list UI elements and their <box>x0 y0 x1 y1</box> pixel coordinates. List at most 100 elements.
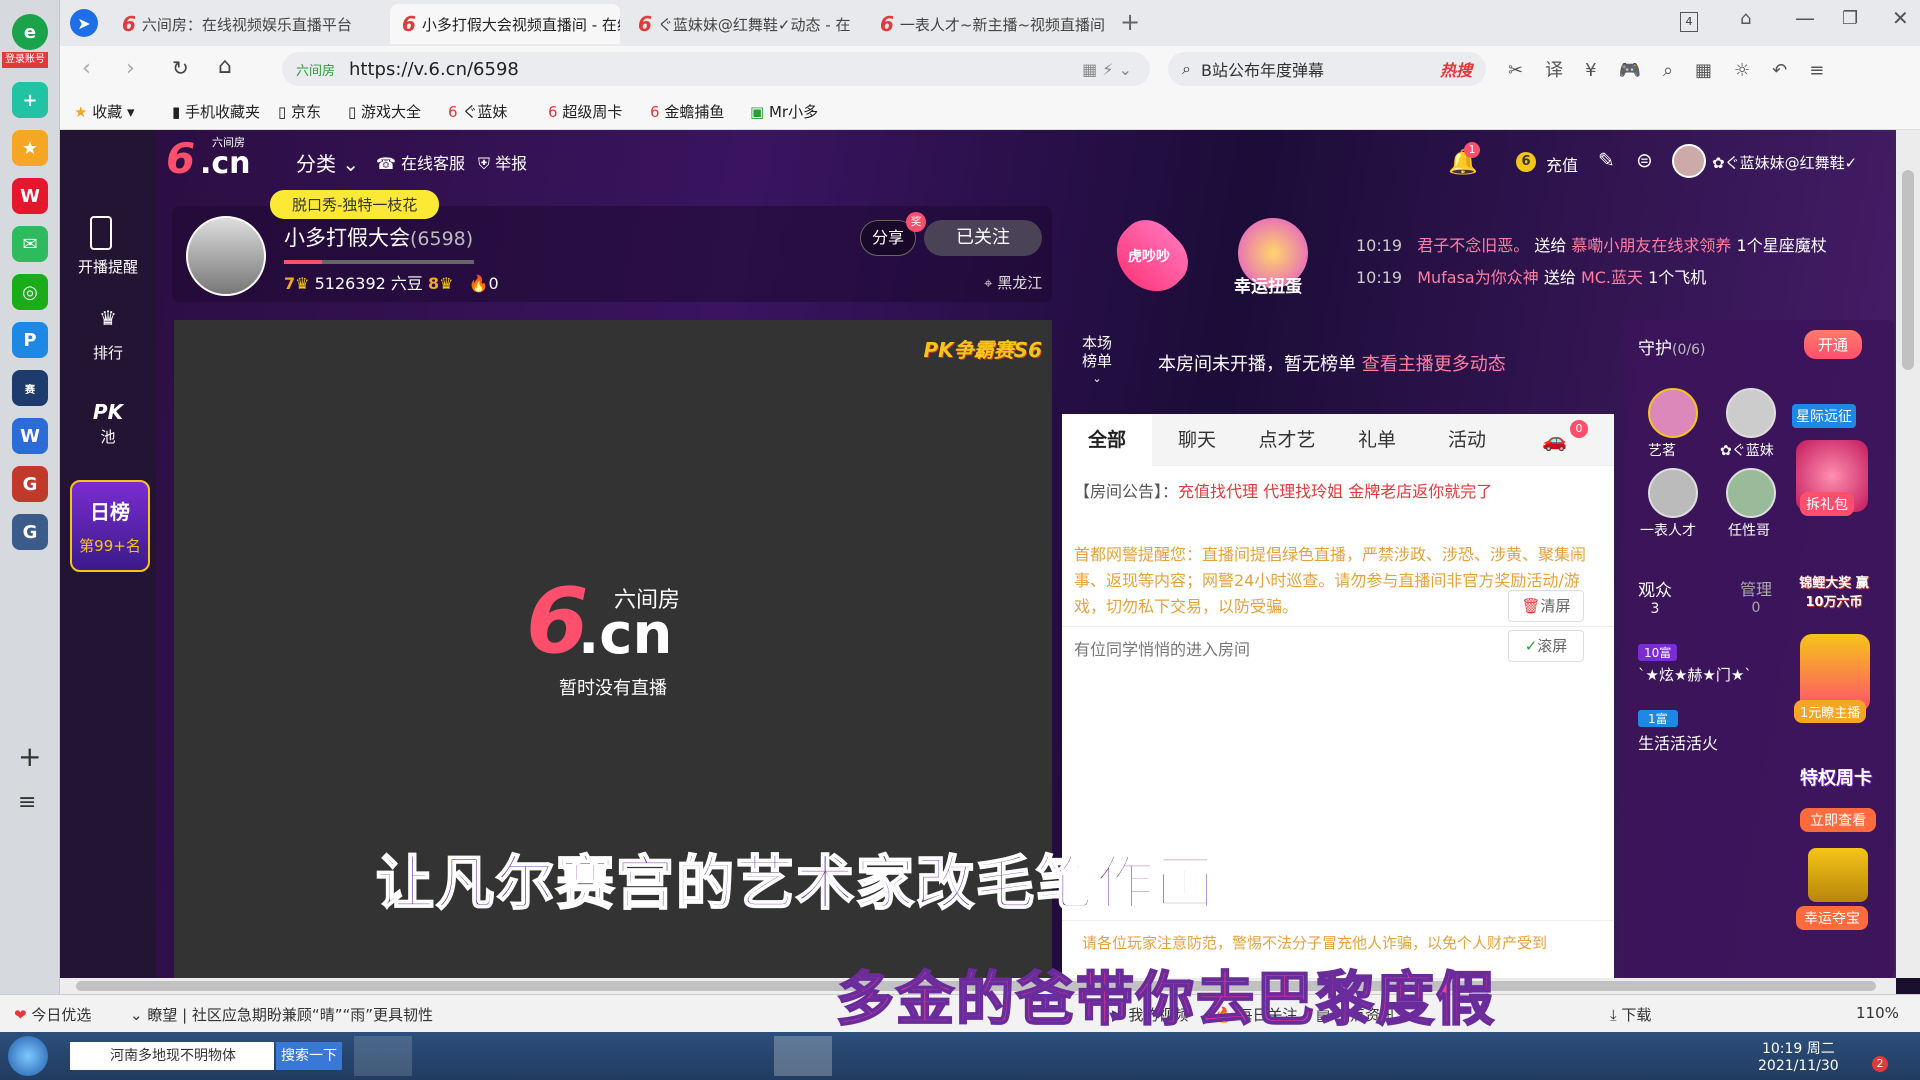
new-tab-icon[interactable]: + <box>1120 8 1140 36</box>
taskbar-search[interactable]: 河南多地现不明物体 <box>70 1042 274 1070</box>
qr-icon[interactable]: ▦ ⚡ ⌄ <box>1082 60 1132 79</box>
sidebar-app-icon[interactable]: + <box>12 82 48 118</box>
url-field[interactable]: 六间房 https://v.6.cn/6598 ▦ ⚡ ⌄ <box>282 52 1150 86</box>
report[interactable]: ⛨ 举报 <box>478 150 527 174</box>
sidebar-pool[interactable]: 池 <box>60 426 156 447</box>
tab-chat[interactable]: 聊天 <box>1152 414 1242 466</box>
tab-all[interactable]: 全部 <box>1062 414 1152 466</box>
forward-icon[interactable]: › <box>126 56 135 81</box>
bookmark-item[interactable]: 6 超级周卡 <box>548 101 622 122</box>
promo-weekcard[interactable]: 特权周卡 <box>1800 764 1872 790</box>
recharge-button[interactable]: 充值 <box>1546 152 1578 176</box>
site-logo-icon[interactable]: 6 <box>166 138 195 180</box>
promo2-label[interactable]: 幸运扭蛋 <box>1234 272 1302 297</box>
promo-1yuan[interactable]: 1元瞭主播 <box>1794 700 1867 723</box>
bookmark-item[interactable]: ★ 收藏 ▾ <box>74 101 135 122</box>
username[interactable]: ✿ぐ蓝妹妹@红舞鞋✓ <box>1712 152 1857 173</box>
audience-tab[interactable]: 观众 3 <box>1638 576 1672 617</box>
anchor-avatar[interactable] <box>186 216 266 296</box>
promo-gift[interactable]: 拆礼包 <box>1800 492 1854 516</box>
tab-gifts[interactable]: 礼单 <box>1332 414 1422 466</box>
reload-icon[interactable]: ↻ <box>172 56 189 80</box>
view-now-button[interactable]: 立即查看 <box>1800 808 1876 832</box>
restore-icon[interactable]: ❐ <box>1842 8 1858 29</box>
skin-icon[interactable]: ⌂ <box>1740 8 1751 29</box>
taskbar-app[interactable] <box>354 1036 412 1076</box>
open-guard-button[interactable]: 开通 <box>1804 330 1863 359</box>
tab[interactable]: 6 ぐ蓝妹妹@红舞鞋✓动态 - 在 <box>626 4 864 44</box>
car-icon[interactable]: 🚗 <box>1542 428 1567 452</box>
promo-star[interactable]: 星际远征 <box>1792 404 1856 428</box>
add-icon[interactable]: + <box>18 740 41 773</box>
avatar[interactable] <box>1672 144 1706 178</box>
edit-icon[interactable]: ✎ <box>1598 148 1615 172</box>
home-icon[interactable]: ⌂ <box>218 54 232 79</box>
tab-activity[interactable]: 活动 <box>1422 414 1512 466</box>
follow-button[interactable]: 已关注 <box>924 220 1042 256</box>
browser-logo-icon[interactable]: e <box>12 14 48 50</box>
taskbar-search-button[interactable]: 搜索一下 <box>276 1042 342 1070</box>
promo-koi[interactable]: 锦鲤大奖 赢10万六币 <box>1794 572 1874 610</box>
bookmark-item[interactable]: ▯ 游戏大全 <box>348 101 421 122</box>
sidebar-remind[interactable]: 开播提醒 <box>60 256 156 277</box>
guard-avatar[interactable] <box>1726 468 1776 518</box>
mail-icon[interactable]: ✉ <box>12 226 48 262</box>
list-icon[interactable]: ⊜ <box>1636 148 1653 172</box>
promo-treasure[interactable]: 幸运夺宝 <box>1796 906 1868 930</box>
taskbar-ie-icon[interactable] <box>424 1036 482 1076</box>
taskbar-player-icon[interactable] <box>634 1036 692 1076</box>
search-field[interactable]: ⌕ B站公布年度弹幕 热搜 <box>1168 52 1486 86</box>
minimize-icon[interactable]: — <box>1795 6 1815 30</box>
news-ticker[interactable]: ⌄ 瞭望 | 社区应急期盼兼顾“晴”“雨”更具韧性 <box>130 1004 433 1025</box>
taskbar-folder-icon[interactable] <box>494 1036 552 1076</box>
back-icon[interactable]: ‹ <box>82 56 91 81</box>
tab[interactable]: 6 一表人才~新主播~视频直播间 <box>868 4 1106 44</box>
tab-active[interactable]: 6小多打假大会视频直播间 - 在线✕ <box>390 4 620 44</box>
clear-button[interactable]: 🗑清屏 <box>1508 590 1584 622</box>
word-icon[interactable]: W <box>12 418 48 454</box>
bookmark-item[interactable]: 6 金蟾捕鱼 <box>650 101 724 122</box>
site-logo-text[interactable]: .cn <box>200 146 251 181</box>
promo1-label[interactable]: 虎吵吵 <box>1128 246 1170 266</box>
pk-badge[interactable]: PK争霸赛S6 <box>924 334 1042 363</box>
clock[interactable]: 10:19 周二 2021/11/30 <box>1758 1038 1839 1074</box>
chat-icon[interactable]: ◎ <box>12 274 48 310</box>
navigate-icon[interactable]: ➤ <box>70 9 98 37</box>
weibo-icon[interactable]: W <box>12 178 48 214</box>
today-pick[interactable]: ❤ 今日优选 <box>14 1004 91 1025</box>
game-icon[interactable]: G <box>12 466 48 502</box>
taskbar-browser-icon[interactable] <box>564 1036 622 1076</box>
tab-count[interactable]: 4 <box>1680 12 1698 32</box>
zoom-level[interactable]: 110% <box>1856 1004 1899 1022</box>
guard-avatar[interactable] <box>1648 388 1698 438</box>
admin-tab[interactable]: 管理 0 <box>1740 576 1772 616</box>
bookmark-item[interactable]: 6 ぐ蓝妹 <box>448 101 507 122</box>
guard-avatar[interactable] <box>1648 468 1698 518</box>
bookmark-item[interactable]: ▯ 京东 <box>278 101 321 122</box>
more-link[interactable]: 查看主播更多动态 <box>1362 354 1506 375</box>
viewer-name[interactable]: `★炫★赫★门★` <box>1638 664 1752 685</box>
favorites-icon[interactable]: ★ <box>12 130 48 166</box>
daily-rank-card[interactable]: 日榜 第99+名 <box>70 480 150 572</box>
scroll-button[interactable]: ✓滚屏 <box>1508 630 1584 662</box>
download[interactable]: ⤓ 下载 <box>1610 1004 1651 1025</box>
rank-label[interactable]: 本场 榜单 ⌄ <box>1082 334 1112 388</box>
taskbar-active-app[interactable] <box>774 1036 832 1076</box>
guard-avatar[interactable] <box>1726 388 1776 438</box>
viewer-name[interactable]: 生活活活火 <box>1638 730 1718 754</box>
category-menu[interactable]: 分类 ⌄ <box>296 148 359 177</box>
toolbar-icons[interactable]: ✂译¥🎮⌕▦☼↶≡ <box>1508 56 1846 82</box>
taskbar-color-icon[interactable] <box>704 1036 762 1076</box>
login-label[interactable]: 登录账号 <box>2 52 48 68</box>
tab-talent[interactable]: 点才艺 <box>1242 414 1332 466</box>
bookmark-item[interactable]: ▣ Mr小多 <box>750 101 818 122</box>
p-app-icon[interactable]: P <box>12 322 48 358</box>
customer-service[interactable]: ☎ 在线客服 <box>376 150 465 174</box>
sports-icon[interactable]: 赛 <box>12 370 48 406</box>
vertical-scrollbar[interactable] <box>1896 130 1920 978</box>
scroll-thumb[interactable] <box>1902 170 1914 370</box>
game2-icon[interactable]: G <box>12 514 48 550</box>
treasure-icon[interactable] <box>1808 848 1868 902</box>
start-button[interactable] <box>8 1036 48 1076</box>
menu-icon[interactable]: ≡ <box>18 790 36 815</box>
